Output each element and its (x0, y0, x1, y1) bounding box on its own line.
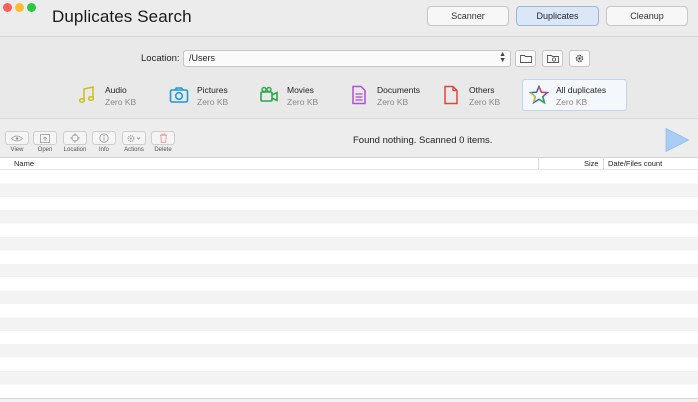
open-file-icon (40, 133, 50, 143)
gear-icon (575, 54, 584, 63)
info-button[interactable]: Info (91, 131, 117, 153)
results-table-body (0, 170, 698, 402)
column-header-size[interactable]: Size (584, 159, 599, 168)
location-label: Location: (141, 53, 180, 64)
music-note-icon (78, 86, 95, 104)
file-icon (444, 85, 458, 105)
camera-icon (169, 87, 189, 103)
category-size: Zero KB (469, 97, 501, 107)
category-size: Zero KB (287, 97, 319, 107)
view-button[interactable]: View (4, 131, 30, 153)
choose-folder-button[interactable] (515, 50, 536, 67)
category-others[interactable]: Others Zero KB (441, 80, 516, 110)
location-button[interactable]: Location (62, 131, 88, 153)
trash-icon (159, 133, 167, 143)
app-title: Duplicates Search (52, 7, 192, 26)
document-icon (352, 85, 366, 105)
category-all-duplicates[interactable]: All duplicates Zero KB (522, 79, 627, 111)
location-select[interactable]: /Users ▲ ▼ (183, 50, 511, 67)
info-icon (99, 133, 109, 143)
category-size: Zero KB (377, 97, 409, 107)
category-name: Others (469, 85, 495, 95)
open-button[interactable]: Open (32, 131, 58, 153)
category-pictures[interactable]: Pictures Zero KB (169, 80, 244, 110)
star-icon (529, 85, 549, 105)
delete-button[interactable]: Delete (150, 131, 176, 153)
minimize-window-button[interactable] (15, 3, 24, 12)
location-tool-label: Location (63, 147, 87, 153)
category-name: Audio (105, 85, 127, 95)
category-size: Zero KB (105, 97, 137, 107)
tab-duplicates[interactable]: Duplicates (516, 6, 599, 26)
video-camera-icon (260, 86, 278, 102)
gear-icon (127, 134, 141, 142)
column-header-date-files-count[interactable]: Date/Files count (608, 159, 662, 168)
eye-icon (11, 135, 23, 141)
bottom-divider (0, 398, 698, 399)
location-value: /Users (189, 53, 216, 63)
column-header-name[interactable]: Name (14, 159, 34, 168)
title-bar: Duplicates Search Scanner Duplicates Cle… (0, 0, 698, 36)
settings-button[interactable] (569, 50, 590, 67)
category-size: Zero KB (556, 97, 588, 107)
category-movies[interactable]: Movies Zero KB (259, 80, 334, 110)
actions-menu-button[interactable]: Actions (121, 131, 147, 153)
scan-status-text: Found nothing. Scanned 0 items. (353, 135, 493, 146)
category-name: Documents (377, 85, 420, 95)
add-folder-button[interactable] (542, 50, 563, 67)
results-table-header: Name Size Date/Files count (0, 158, 698, 170)
folder-search-icon (546, 54, 559, 63)
delete-label: Delete (154, 147, 172, 153)
folder-icon (519, 55, 532, 63)
info-label: Info (98, 147, 109, 153)
start-scan-play-icon[interactable] (664, 127, 690, 153)
crosshair-icon (70, 133, 80, 143)
top-panel: Location: /Users ▲ ▼ Audio Zero KB Pictu… (0, 36, 698, 118)
category-size: Zero KB (197, 97, 229, 107)
actions-label: Actions (124, 147, 144, 153)
chevron-up-down-icon: ▲ ▼ (499, 51, 506, 64)
view-label: View (10, 147, 24, 153)
close-window-button[interactable] (3, 3, 12, 12)
category-name: Pictures (197, 85, 228, 95)
column-separator[interactable] (538, 159, 539, 169)
category-name: All duplicates (556, 85, 607, 95)
open-label: Open (37, 147, 53, 153)
category-audio[interactable]: Audio Zero KB (77, 80, 152, 110)
results-toolbar: View Open Location Info Actions Delete F… (0, 118, 698, 158)
column-separator[interactable] (603, 159, 604, 169)
category-name: Movies (287, 85, 314, 95)
category-documents[interactable]: Documents Zero KB (349, 80, 424, 110)
zoom-window-button[interactable] (27, 3, 36, 12)
tab-scanner[interactable]: Scanner (427, 6, 509, 26)
tab-cleanup[interactable]: Cleanup (606, 6, 688, 26)
